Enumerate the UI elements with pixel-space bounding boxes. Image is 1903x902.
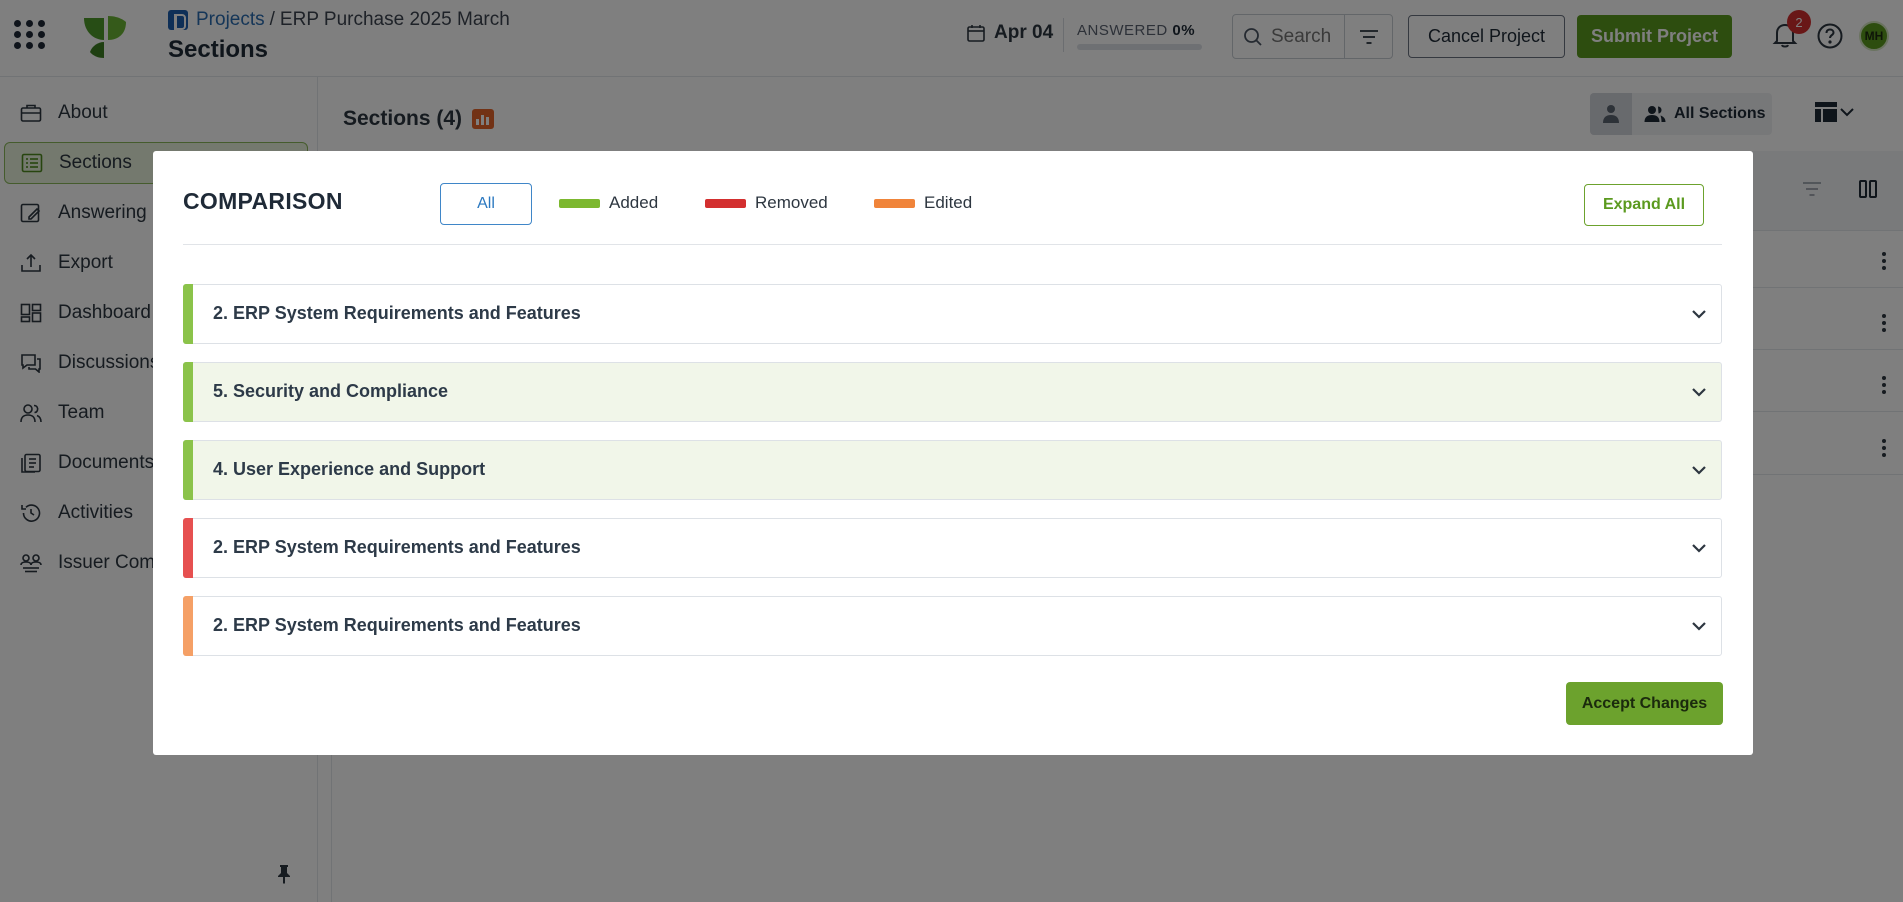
- chevron-down-icon[interactable]: [1689, 615, 1709, 637]
- removed-swatch: [705, 198, 746, 208]
- divider: [183, 244, 1722, 245]
- status-bar: [183, 284, 193, 344]
- section-title: 2. ERP System Requirements and Features: [213, 537, 581, 557]
- comparison-section[interactable]: 2. ERP System Requirements and Features: [183, 596, 1722, 656]
- accept-changes-button[interactable]: Accept Changes: [1566, 682, 1723, 725]
- chevron-down-icon[interactable]: [1689, 303, 1709, 325]
- status-bar: [183, 440, 193, 500]
- dialog-title: COMPARISON: [183, 188, 343, 214]
- chevron-down-icon[interactable]: [1689, 537, 1709, 559]
- added-swatch: [559, 198, 600, 208]
- filter-all-button[interactable]: All: [440, 183, 532, 225]
- section-title: 4. User Experience and Support: [213, 459, 486, 479]
- section-title: 2. ERP System Requirements and Features: [213, 615, 581, 635]
- comparison-section[interactable]: 4. User Experience and Support: [183, 440, 1722, 500]
- legend-label: Added: [609, 193, 659, 212]
- legend-edited[interactable]: Edited: [874, 193, 972, 213]
- legend-removed[interactable]: Removed: [705, 193, 828, 213]
- section-title: 5. Security and Compliance: [213, 381, 449, 401]
- status-bar: [183, 596, 193, 656]
- expand-all-button[interactable]: Expand All: [1584, 184, 1704, 226]
- edited-swatch: [874, 198, 915, 208]
- chevron-down-icon[interactable]: [1689, 381, 1709, 403]
- comparison-section[interactable]: 2. ERP System Requirements and Features: [183, 284, 1722, 344]
- comparison-section[interactable]: 2. ERP System Requirements and Features: [183, 518, 1722, 578]
- chevron-down-icon[interactable]: [1689, 459, 1709, 481]
- comparison-dialog: COMPARISON All Added Removed Edited Expa…: [153, 151, 1753, 755]
- legend-label: Edited: [924, 193, 973, 212]
- legend-added[interactable]: Added: [559, 193, 658, 213]
- status-bar: [183, 518, 193, 578]
- status-bar: [183, 362, 193, 422]
- comparison-section[interactable]: 5. Security and Compliance: [183, 362, 1722, 422]
- legend-label: Removed: [755, 193, 828, 212]
- section-title: 2. ERP System Requirements and Features: [213, 303, 581, 323]
